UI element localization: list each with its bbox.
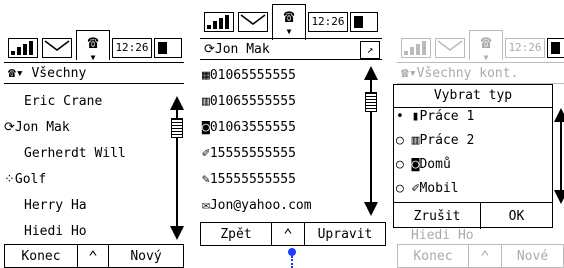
battery-icon — [547, 38, 564, 58]
radio-icon: ○ — [396, 157, 412, 172]
battery-icon — [350, 12, 378, 32]
stylus-pointer-icon — [288, 248, 296, 256]
scroll-down-icon[interactable] — [554, 190, 564, 204]
home-icon: ◙ — [202, 120, 210, 135]
clock: 12:26 — [112, 38, 152, 58]
new-button[interactable]: Nový — [109, 245, 183, 267]
softkey-bar: Zpět ⌃ Upravit — [200, 222, 386, 246]
scroll-up-icon[interactable] — [554, 108, 564, 122]
list-item[interactable]: ▦01065555555 — [202, 68, 296, 83]
new-button: Nové — [516, 248, 549, 264]
scrollbar[interactable] — [364, 66, 378, 216]
scroll-up-icon[interactable] — [170, 96, 184, 110]
radio-icon: ○ — [396, 181, 412, 196]
cancel-button[interactable]: Zrušit — [394, 203, 481, 229]
open-icon[interactable]: ↗ — [360, 41, 380, 59]
phone-icon: ☎ ▼ — [469, 30, 503, 62]
pointer-trail — [291, 256, 293, 268]
phone-icon[interactable]: ☎ ▼ — [76, 30, 110, 62]
option-home[interactable]: ○ ◙Domů — [396, 157, 451, 172]
mail-icon[interactable] — [42, 38, 72, 58]
back-button[interactable]: Zpět — [201, 223, 272, 245]
status-bar: ☎ ▼ 12:26 — [200, 4, 384, 40]
list-item[interactable]: ▥01065555555 — [202, 94, 296, 109]
clock: 12:26 — [308, 12, 348, 32]
list-item[interactable]: Eric Crane — [24, 94, 102, 109]
exit-button[interactable]: Konec — [5, 245, 78, 267]
clock: 12:26 — [505, 38, 545, 58]
softkey-bar: Konec ⌃ Nový — [4, 244, 184, 268]
ok-button[interactable]: OK — [481, 203, 552, 229]
list-item[interactable]: ✐15555555555 — [202, 146, 296, 161]
radio-selected-icon: • — [396, 109, 412, 124]
phone-icon[interactable]: ☎ ▼ — [272, 4, 306, 40]
scroll-thumb[interactable] — [171, 118, 183, 138]
option-work-2[interactable]: ○ ▥Práce 2 — [396, 133, 474, 148]
list-item[interactable]: ✎15555555555 — [202, 172, 296, 187]
signal-icon — [204, 12, 234, 32]
list-item[interactable]: ⟳Jon Mak — [4, 120, 70, 135]
list-item[interactable]: Herry Ha — [24, 198, 87, 213]
contact-header: ⟳Jon Mak ↗ — [200, 38, 382, 60]
scroll-up-icon[interactable] — [364, 66, 378, 80]
scroll-down-icon[interactable] — [364, 202, 378, 216]
contacts-icon: ☎▾ — [401, 66, 417, 81]
status-bar: ☎ ▼ 12:26 — [4, 30, 188, 62]
mobile-icon: ✎ — [202, 172, 210, 187]
exit-button: Konec — [398, 245, 469, 267]
list-item[interactable]: Gerherdt Will — [24, 146, 126, 161]
dialog-buttons: Zrušit OK — [394, 202, 552, 229]
chevron-up-icon[interactable]: ⌃ — [272, 223, 305, 245]
mail-icon — [435, 38, 465, 58]
favorite-icon: ⟳ — [204, 42, 215, 57]
scroll-down-icon[interactable] — [170, 226, 184, 240]
filter-label: Všechny kont. — [416, 66, 519, 81]
contacts-icon: ☎▾ — [8, 66, 24, 81]
chevron-up-icon[interactable]: ⌃ — [78, 245, 109, 267]
dialog-title: Vybrat typ — [394, 85, 552, 108]
filter-label: Všechny — [31, 66, 87, 81]
scroll-thumb[interactable] — [365, 92, 377, 112]
email-icon: ✉ — [202, 198, 210, 213]
filter-dropdown[interactable]: ☎▾ Všechny — [4, 62, 184, 84]
list-item[interactable]: ◙01063555555 — [202, 120, 296, 135]
list-item[interactable]: ✉Jon@yahoo.com — [202, 198, 312, 213]
option-work-1[interactable]: • ▮Práce 1 — [396, 109, 474, 124]
battery-icon — [154, 38, 182, 58]
group-icon: ⁘ — [4, 172, 15, 187]
list-item: Hiedi Ho — [411, 228, 474, 243]
edit-button[interactable]: Upravit — [305, 223, 385, 245]
filter-dropdown: ☎▾Všechny kont. — [397, 62, 564, 84]
list-item[interactable]: ⁘Golf — [4, 172, 46, 187]
list-item[interactable]: Hiedi Ho — [24, 224, 87, 239]
work-phone-icon: ▦ — [202, 68, 210, 83]
contact-name: Jon Mak — [214, 42, 270, 57]
office-icon: ▥ — [202, 94, 210, 109]
favorite-icon: ⟳ — [4, 120, 15, 135]
scrollbar[interactable] — [170, 96, 184, 240]
dialog-scrollbar[interactable] — [554, 108, 564, 204]
radio-icon: ○ — [396, 133, 412, 148]
type-select-dialog: Vybrat typ • ▮Práce 1 ○ ▥Práce 2 ○ ◙Domů… — [393, 84, 553, 229]
softkey-bar: Konec ⌃ Nové — [397, 244, 564, 268]
chevron-up-icon: ⌃ — [469, 245, 502, 267]
status-bar: ☎ ▼ 12:26 — [397, 30, 564, 62]
mail-icon[interactable] — [238, 12, 268, 32]
mobile-icon: ✐ — [202, 146, 210, 161]
signal-icon — [401, 38, 431, 58]
signal-icon — [8, 38, 38, 58]
option-mobile[interactable]: ○ ✐Mobil — [396, 181, 459, 196]
